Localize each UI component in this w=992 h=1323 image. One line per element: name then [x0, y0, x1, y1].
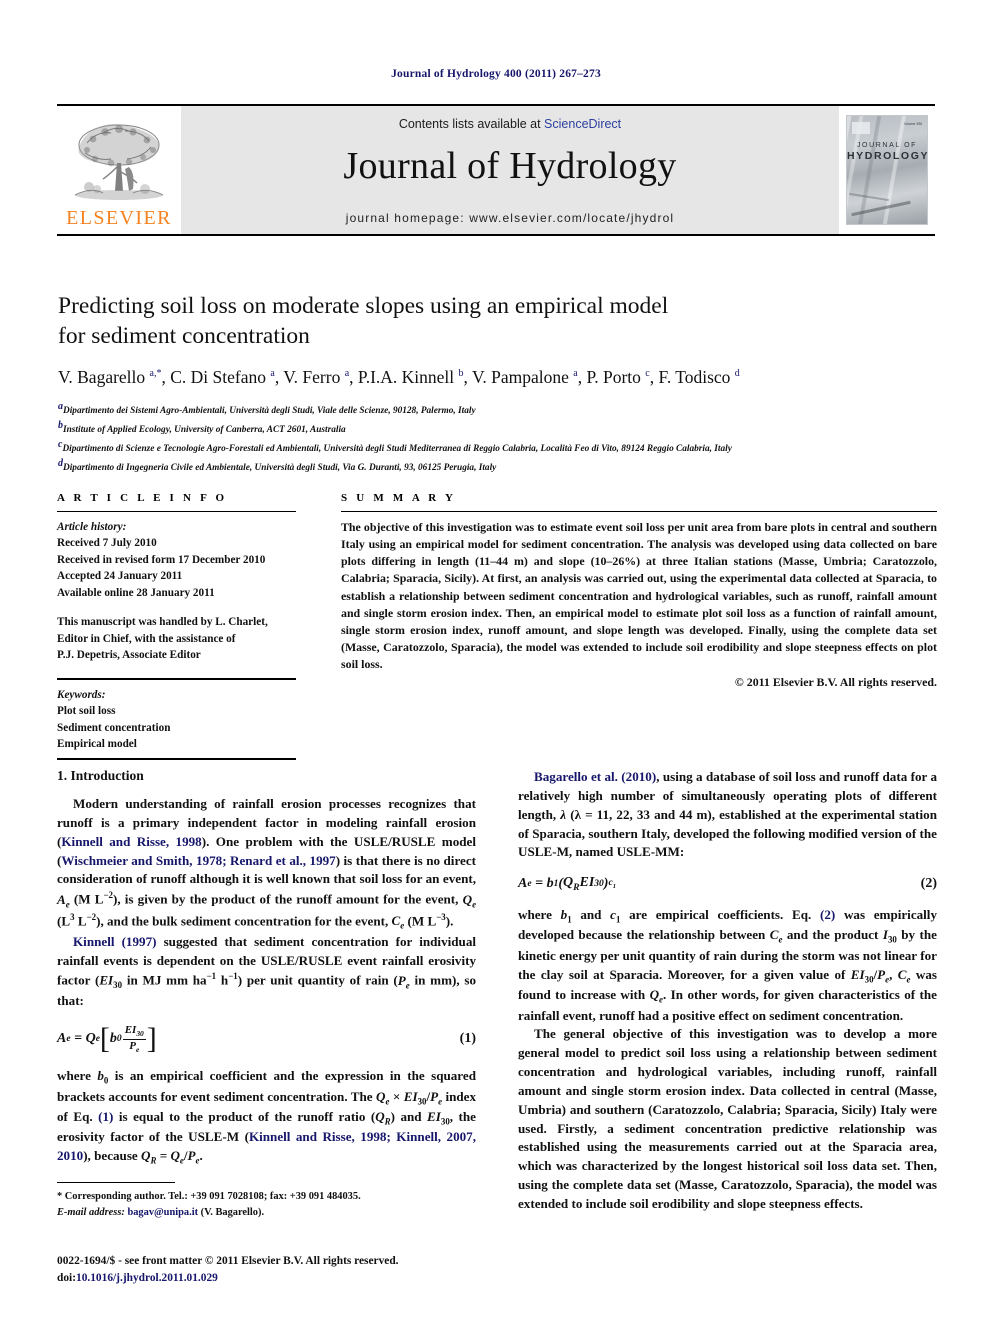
- handling-editor-line: This manuscript was handled by L. Charle…: [57, 616, 268, 629]
- title-line-1: Predicting soil loss on moderate slopes …: [58, 293, 669, 319]
- keyword-item: Sediment concentration: [57, 721, 171, 734]
- summary-panel: S U M M A R Y The objective of this inve…: [341, 492, 937, 690]
- doi-label: doi:: [57, 1271, 76, 1284]
- keywords-rule-bottom: [57, 758, 296, 761]
- affiliation-c-text: Dipartimento di Scienze e Tecnologie Agr…: [62, 444, 732, 455]
- affiliation-c: cDipartimento di Scienze e Tecnologie Ag…: [58, 439, 732, 455]
- handling-editor-line: P.J. Depetris, Associate Editor: [57, 649, 201, 662]
- copyright-line: © 2011 Elsevier B.V. All rights reserved…: [734, 675, 937, 690]
- imprint-block: 0022-1694/$ - see front matter © 2011 El…: [57, 1253, 487, 1286]
- summary-rule-top: [341, 511, 937, 512]
- title-line-2: for sediment concentration: [58, 322, 310, 349]
- email-note: E-mail address: bagav@unipa.it (V. Bagar…: [57, 1205, 476, 1221]
- equation-1: Ae = Qe [ b0 EI30 Pe ] (1): [57, 1024, 476, 1054]
- paragraph-right-2: where b1 and c1 are empirical coefficien…: [518, 907, 937, 1023]
- history-item: Received in revised form 17 December 201…: [57, 553, 266, 566]
- imprint-doi-line: doi:10.1016/j.jhydrol.2011.01.029: [57, 1270, 487, 1287]
- affiliation-d-text: Dipartimento di Ingegneria Civile ed Amb…: [63, 463, 497, 474]
- paragraph-intro-2: Kinnell (1997) suggested that sediment c…: [57, 933, 477, 1009]
- history-item: Available online 28 January 2011: [57, 586, 215, 599]
- handling-editor-line: Editor in Chief, with the assistance of: [57, 632, 236, 645]
- doi-link[interactable]: 10.1016/j.jhydrol.2011.01.029: [76, 1272, 218, 1284]
- author-list: V. Bagarello a,*, C. Di Stefano a, V. Fe…: [58, 366, 740, 387]
- equation-2-body: Ae = b 1(QREI 30) c1: [518, 875, 616, 894]
- journal-cover-thumbnail: Volume 396 JOURNAL OF HYDROLOGY: [839, 106, 935, 234]
- footnote-block: * Corresponding author. Tel.: +39 091 70…: [57, 1182, 476, 1220]
- summary-text: The objective of this investigation was …: [341, 520, 937, 672]
- history-item: Received 7 July 2010: [57, 537, 157, 550]
- body-column-left: 1. Introduction Modern understanding of …: [57, 768, 476, 1168]
- body-column-right: Bagarello et al. (2010), using a databas…: [518, 768, 937, 1214]
- equation-1-number: (1): [459, 1031, 476, 1047]
- fraction-numerator: EI30: [122, 1024, 146, 1040]
- contents-prefix: Contents lists available at: [398, 117, 545, 131]
- elsevier-wordmark: ELSEVIER: [66, 207, 172, 229]
- cover-title-line1: JOURNAL OF: [856, 142, 918, 149]
- title-block: Predicting soil loss on moderate slopes …: [58, 292, 938, 475]
- corresponding-author-note: * Corresponding author. Tel.: +39 091 70…: [57, 1191, 361, 1202]
- history-item: Accepted 24 January 2011: [57, 570, 183, 583]
- paragraph-intro-1: Modern understanding of rainfall erosion…: [57, 796, 477, 931]
- equation-2-number: (2): [920, 876, 937, 892]
- keyword-item: Empirical model: [57, 737, 137, 750]
- journal-homepage[interactable]: journal homepage: www.elsevier.com/locat…: [181, 211, 839, 225]
- journal-title: Journal of Hydrology: [343, 145, 677, 187]
- paragraph-right-3: The general objective of this investigat…: [518, 1026, 937, 1211]
- keywords-block: Keywords: Plot soil loss Sediment concen…: [57, 680, 296, 759]
- page-title: Predicting soil loss on moderate slopes …: [58, 292, 938, 352]
- email-suffix: (V. Bagarello).: [200, 1206, 265, 1218]
- masthead-center: Contents lists available at ScienceDirec…: [181, 106, 839, 234]
- article-info-panel: A R T I C L E I N F O Article history: R…: [57, 492, 296, 761]
- affiliation-d: dDipartimento di Ingegneria Civile ed Am…: [58, 458, 497, 474]
- cover-title-line2: HYDROLOGY: [847, 150, 928, 163]
- contents-list-line: Contents lists available at ScienceDirec…: [399, 117, 621, 131]
- cover-title: JOURNAL OF HYDROLOGY: [847, 142, 927, 162]
- affiliation-list: aDipartimento dei Sistemi Agro-Ambiental…: [58, 399, 938, 476]
- fraction-denominator: Pe: [129, 1039, 140, 1054]
- affiliation-b: bInstitute of Applied Ecology, Universit…: [58, 419, 346, 435]
- elsevier-tree-icon: [74, 123, 164, 200]
- imprint-front-matter: 0022-1694/$ - see front matter © 2011 El…: [57, 1255, 399, 1267]
- sciencedirect-link[interactable]: ScienceDirect: [544, 117, 621, 131]
- paragraph-right-1: Bagarello et al. (2010), using a databas…: [518, 769, 937, 860]
- running-head: Journal of Hydrology 400 (2011) 267–273: [391, 68, 601, 80]
- keywords-label: Keywords:: [57, 688, 106, 701]
- bracket-open: [: [99, 1022, 110, 1056]
- email-label: E-mail address:: [57, 1206, 125, 1218]
- article-history: Article history: Received 7 July 2010 Re…: [57, 519, 296, 664]
- fraction-ei30-over-pe: EI30 Pe: [122, 1024, 146, 1054]
- cover-image: Volume 396 JOURNAL OF HYDROLOGY: [846, 115, 928, 225]
- article-info-heading: A R T I C L E I N F O: [57, 492, 228, 504]
- paragraph-intro-3: where b0 is an empirical coefficient and…: [57, 1068, 477, 1166]
- cover-volume-tag: Volume 396: [904, 122, 922, 126]
- article-info-rule-top: [57, 511, 296, 512]
- email-link[interactable]: bagav@unipa.it: [127, 1207, 198, 1218]
- bracket-close: ]: [146, 1022, 157, 1056]
- equation-2: Ae = b 1(QREI 30) c1 (2): [518, 875, 937, 893]
- article-page: Journal of Hydrology 400 (2011) 267–273: [0, 0, 992, 1323]
- affiliation-b-text: Institute of Applied Ecology, University…: [63, 424, 346, 435]
- summary-heading: S U M M A R Y: [341, 492, 457, 504]
- affiliation-a-text: Dipartimento dei Sistemi Agro-Ambientali…: [63, 405, 476, 416]
- elsevier-logo: ELSEVIER: [57, 106, 181, 234]
- journal-masthead: ELSEVIER Contents lists available at Sci…: [57, 104, 935, 236]
- equation-1-body: Ae = Qe [ b0 EI30 Pe ]: [57, 1022, 157, 1056]
- cover-elsevier-logo-icon: [852, 122, 870, 134]
- article-history-label: Article history:: [57, 521, 127, 533]
- footnote-rule: [57, 1182, 175, 1183]
- keyword-item: Plot soil loss: [57, 705, 116, 718]
- affiliation-a: aDipartimento dei Sistemi Agro-Ambiental…: [58, 400, 476, 416]
- section-heading-introduction: 1. Introduction: [57, 768, 144, 783]
